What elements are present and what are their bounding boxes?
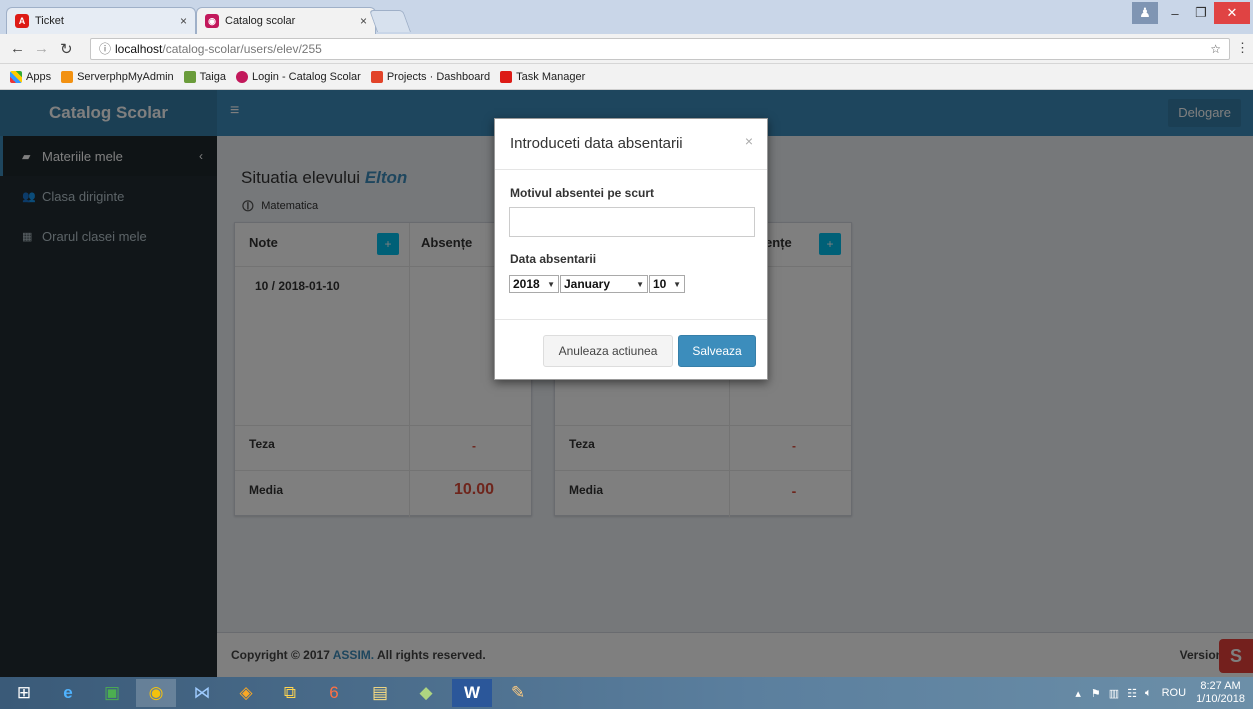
- flame-icon[interactable]: 6: [314, 679, 354, 707]
- save-button[interactable]: Salveaza: [678, 335, 756, 367]
- modal-footer: Anuleaza actiunea Salveaza: [495, 319, 767, 380]
- star-icon[interactable]: ☆: [1210, 39, 1221, 59]
- sourcetree-icon[interactable]: ◈: [226, 679, 266, 707]
- windows-start-icon[interactable]: ⊞: [4, 679, 44, 707]
- profile-icon[interactable]: ♟: [1132, 2, 1158, 24]
- bookmark-label: Apps: [26, 70, 52, 83]
- url-host: localhost: [115, 42, 163, 56]
- restore-button[interactable]: ❐: [1188, 2, 1214, 24]
- url-path: /catalog-scolar/users/elev/255: [162, 42, 322, 56]
- bookmark-taiga[interactable]: Taiga: [183, 70, 226, 83]
- chevron-down-icon: ▼: [673, 279, 681, 289]
- catalog-icon: ◉: [205, 14, 219, 28]
- month-value: January: [564, 277, 611, 291]
- forward-icon[interactable]: →: [34, 40, 49, 57]
- url-input[interactable]: ⓘ localhost/catalog-scolar/users/elev/255…: [90, 38, 1230, 60]
- modal-title: Introduceti data absentarii: [510, 135, 683, 152]
- close-window-button[interactable]: ✕: [1214, 2, 1250, 24]
- system-tray: ▴ ⚑ ▥ ☷ 🔈︎ ROU 8:27 AM 1/10/2018: [1075, 677, 1245, 709]
- bookmark-label: Taiga: [199, 70, 226, 83]
- close-tab-icon[interactable]: ×: [360, 14, 367, 28]
- phpmyadmin-icon: [61, 70, 74, 83]
- app-viewport: Catalog Scolar ≡ Delogare ▰ Materiile me…: [0, 90, 1253, 677]
- reload-icon[interactable]: ↻: [60, 40, 73, 58]
- chrome-icon[interactable]: ◉: [136, 679, 176, 707]
- browser-tab-bar: A Ticket × ◉ Catalog scolar × ♟ – ❐ ✕: [0, 0, 1253, 34]
- info-icon: ⓘ: [99, 42, 112, 56]
- vscode-icon[interactable]: ⋈: [182, 679, 222, 707]
- chevron-down-icon: ▼: [547, 279, 555, 289]
- bookmark-task-manager[interactable]: Task Manager: [500, 70, 586, 83]
- bookmark-projects[interactable]: Projects · Dashboard: [370, 70, 491, 83]
- day-value: 10: [653, 277, 667, 291]
- apps-icon: [10, 70, 22, 83]
- absence-dialog: Introduceti data absentarii × Motivul ab…: [494, 118, 768, 380]
- reason-input[interactable]: [509, 207, 755, 237]
- bookmark-label: Projects · Dashboard: [386, 70, 491, 83]
- year-select[interactable]: 2018 ▼: [509, 275, 559, 293]
- cancel-button[interactable]: Anuleaza actiunea: [543, 335, 673, 367]
- new-tab-button[interactable]: [368, 10, 412, 32]
- angular-icon: [500, 70, 513, 83]
- clock[interactable]: 8:27 AM 1/10/2018: [1196, 680, 1245, 706]
- tab-ticket[interactable]: A Ticket ×: [6, 7, 196, 34]
- tray-chevron-icon[interactable]: ▴: [1075, 687, 1081, 700]
- network-icon[interactable]: ▥: [1109, 687, 1119, 700]
- menu-icon[interactable]: ⋮: [1236, 40, 1249, 56]
- tab-title: Catalog scolar: [225, 15, 296, 27]
- gitlab-icon: [370, 70, 383, 83]
- file-explorer-icon[interactable]: ▤: [360, 679, 400, 707]
- chevron-down-icon: ▼: [636, 279, 644, 289]
- bookmarks-bar: Apps ServerphpMyAdmin Taiga Login - Cata…: [0, 64, 1253, 90]
- tab-title: Ticket: [35, 15, 64, 27]
- language-indicator[interactable]: ROU: [1162, 687, 1186, 699]
- clock-date: 1/10/2018: [1196, 693, 1245, 705]
- year-value: 2018: [513, 277, 540, 291]
- minimize-button[interactable]: –: [1162, 2, 1188, 24]
- wifi-icon[interactable]: ☷: [1127, 687, 1137, 700]
- back-icon[interactable]: ←: [10, 40, 25, 57]
- date-label: Data absentarii: [510, 252, 597, 266]
- close-tab-icon[interactable]: ×: [180, 14, 187, 28]
- taskbar: ⊞ e ▣ ◉ ⋈ ◈ ⧉ 6 ▤ ◆ W ✎ ▴ ⚑ ▥ ☷ 🔈︎ ROU 8…: [0, 677, 1253, 709]
- word-icon[interactable]: W: [452, 679, 492, 707]
- bookmark-login[interactable]: Login - Catalog Scolar: [235, 70, 361, 83]
- taiga-icon: [183, 70, 196, 83]
- store-icon[interactable]: ▣: [92, 679, 132, 707]
- catalog-icon: [235, 70, 248, 83]
- tab-catalog-scolar[interactable]: ◉ Catalog scolar ×: [196, 7, 376, 34]
- bookmark-label: Login - Catalog Scolar: [251, 70, 361, 83]
- bookmark-phpmyadmin[interactable]: ServerphpMyAdmin: [61, 70, 174, 83]
- paint-icon[interactable]: ✎: [498, 679, 538, 707]
- modal-header: Introduceti data absentarii ×: [495, 119, 767, 170]
- bookmark-label: Task Manager: [516, 70, 586, 83]
- close-icon[interactable]: ×: [745, 133, 753, 149]
- angular-icon: A: [15, 14, 29, 28]
- day-select[interactable]: 10 ▼: [649, 275, 685, 293]
- ie-icon[interactable]: e: [48, 679, 88, 707]
- clock-time: 8:27 AM: [1200, 680, 1241, 692]
- bookmark-apps[interactable]: Apps: [10, 70, 52, 83]
- volume-icon[interactable]: 🔈︎: [1145, 687, 1152, 700]
- python-icon[interactable]: ⧉: [270, 679, 310, 707]
- month-select[interactable]: January ▼: [560, 275, 648, 293]
- reason-label: Motivul absentei pe scurt: [510, 186, 655, 200]
- bookmark-label: ServerphpMyAdmin: [77, 70, 174, 83]
- notification-icon[interactable]: ⚑: [1091, 687, 1101, 700]
- sticky-notes-icon[interactable]: ◆: [406, 679, 446, 707]
- address-bar-row: ← → ↻ ⓘ localhost/catalog-scolar/users/el…: [0, 34, 1253, 64]
